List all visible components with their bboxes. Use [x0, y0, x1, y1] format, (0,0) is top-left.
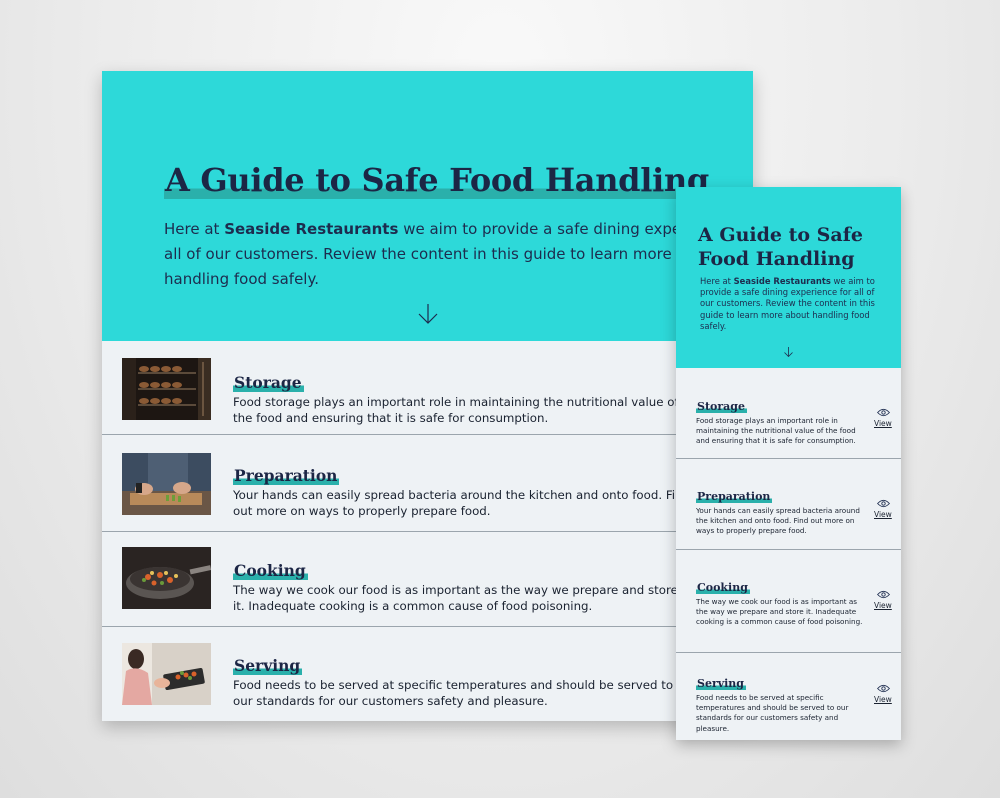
eye-icon[interactable] — [877, 590, 890, 599]
mobile-section-row-storage[interactable]: Storage Food storage plays an important … — [676, 368, 901, 459]
preparation-photo — [122, 453, 211, 515]
mobile-section-title-storage: Storage — [696, 400, 747, 413]
section-title-serving: Serving — [233, 656, 303, 675]
section-text-storage: Food storage plays an important role in … — [233, 395, 679, 425]
mobile-section-text-storage: Food storage plays an important role in … — [696, 416, 856, 446]
serving-photo — [122, 643, 211, 705]
mobile-section-title-cooking: Cooking — [696, 581, 750, 594]
page-title: A Guide to Safe Food Handling — [164, 161, 712, 199]
section-row-serving[interactable]: Serving Food needs to be served at speci… — [102, 627, 753, 721]
section-title-preparation: Preparation — [233, 466, 340, 485]
mobile-page: A Guide to Safe Food Handling Here at Se… — [676, 187, 901, 740]
section-row-storage[interactable]: Storage Food storage plays an important … — [102, 341, 753, 435]
mobile-section-row-preparation[interactable]: Preparation Your hands can easily spread… — [676, 459, 901, 550]
section-text-cooking: The way we cook our food is as important… — [233, 583, 678, 613]
eye-icon[interactable] — [877, 684, 890, 693]
mobile-brand-name: Seaside Restaurants — [733, 276, 831, 286]
section-title-cooking: Cooking — [233, 561, 308, 580]
section-text-serving: Food needs to be served at specific temp… — [233, 678, 674, 708]
mobile-intro-paragraph: Here at Seaside Restaurants we aim to pr… — [700, 276, 875, 331]
brand-name: Seaside Restaurants — [224, 220, 399, 238]
mobile-section-text-cooking: The way we cook our food is as important… — [696, 597, 863, 627]
section-row-preparation[interactable]: Preparation Your hands can easily spread… — [102, 435, 753, 532]
section-row-cooking[interactable]: Cooking The way we cook our food is as i… — [102, 532, 753, 627]
storage-photo — [122, 358, 211, 420]
section-text-preparation: Your hands can easily spread bacteria ar… — [233, 488, 691, 518]
mobile-section-title-serving: Serving — [696, 677, 746, 690]
eye-icon[interactable] — [877, 499, 890, 508]
cooking-photo — [122, 547, 211, 609]
view-link-cooking[interactable]: View — [874, 601, 892, 610]
desktop-page: A Guide to Safe Food Handling Here at Se… — [102, 71, 753, 721]
view-link-storage[interactable]: View — [874, 419, 892, 428]
mobile-section-row-cooking[interactable]: Cooking The way we cook our food is as i… — [676, 550, 901, 653]
mobile-section-row-serving[interactable]: Serving Food needs to be served at speci… — [676, 653, 901, 740]
view-link-preparation[interactable]: View — [874, 510, 892, 519]
intro-paragraph: Here at Seaside Restaurants we aim to pr… — [164, 220, 753, 288]
arrow-down-icon[interactable] — [418, 303, 438, 325]
section-title-storage: Storage — [233, 373, 304, 392]
mobile-hero-banner: A Guide to Safe Food Handling Here at Se… — [676, 187, 901, 368]
hero-banner: A Guide to Safe Food Handling Here at Se… — [102, 71, 753, 341]
mobile-section-title-preparation: Preparation — [696, 490, 773, 503]
mobile-section-text-serving: Food needs to be served at specific temp… — [696, 693, 849, 733]
mobile-page-title: A Guide to Safe Food Handling — [698, 224, 863, 270]
arrow-down-icon[interactable] — [784, 347, 793, 357]
mobile-section-text-preparation: Your hands can easily spread bacteria ar… — [696, 506, 860, 536]
eye-icon[interactable] — [877, 408, 890, 417]
view-link-serving[interactable]: View — [874, 695, 892, 704]
